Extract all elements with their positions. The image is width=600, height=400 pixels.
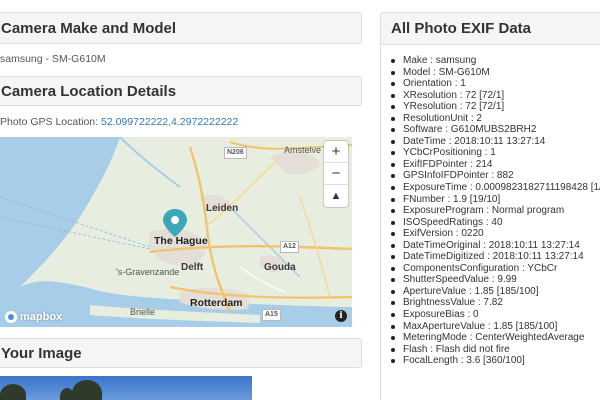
gps-location-link[interactable]: 52.099722222,4.2972222222 <box>101 116 238 128</box>
camera-make-value: samsung - SM-G610M <box>0 53 106 65</box>
map-label-the-hague: The Hague <box>154 235 208 247</box>
map-label-amstelveen: Amstelve <box>284 145 322 155</box>
camera-location-panel: Camera Location Details <box>0 76 362 106</box>
exif-item: ExposureProgram : Normal program <box>389 205 600 217</box>
exif-item: ResolutionUnit : 2 <box>389 113 600 125</box>
camera-make-panel: Camera Make and Model <box>0 12 362 44</box>
uploaded-photo <box>0 376 252 400</box>
map-label-delft: Delft <box>181 262 204 273</box>
exif-item: FNumber : 1.9 [19/10] <box>389 194 600 206</box>
map-label-gravenzande: 's-Gravenzande <box>116 267 180 277</box>
exif-item: ExifVersion : 0220 <box>389 228 600 240</box>
exif-item: YCbCrPositioning : 1 <box>389 147 600 159</box>
exif-item: Flash : Flash did not fire <box>389 344 600 356</box>
exif-item: GPSInfoIFDPointer : 882 <box>389 170 600 182</box>
zoom-out-button[interactable]: − <box>324 163 348 185</box>
map-label-leiden: Leiden <box>206 203 239 214</box>
map-road-a12: A12 <box>280 241 299 253</box>
mapbox-logo[interactable]: mapbox <box>5 311 62 323</box>
exif-item: DateTimeOriginal : 2018:10:11 13:27:14 <box>389 240 600 252</box>
exif-item: ExposureBias : 0 <box>389 309 600 321</box>
exif-heading: All Photo EXIF Data <box>381 13 600 45</box>
exif-item: ApertureValue : 1.85 [185/100] <box>389 286 600 298</box>
map-label-gouda: Gouda <box>264 262 296 273</box>
exif-item: MaxApertureValue : 1.85 [185/100] <box>389 321 600 333</box>
exif-item: YResolution : 72 [72/1] <box>389 101 600 113</box>
exif-item: Software : G610MUBS2BRH2 <box>389 124 600 136</box>
exif-item: ComponentsConfiguration : YCbCr <box>389 263 600 275</box>
gps-location-row: Photo GPS Location: 52.099722222,4.29722… <box>0 110 362 134</box>
camera-make-heading: Camera Make and Model <box>0 13 361 43</box>
exif-item: DateTimeDigitized : 2018:10:11 13:27:14 <box>389 251 600 263</box>
exif-item: Model : SM-G610M <box>389 67 600 79</box>
location-map[interactable]: Amstelve N206 Leiden The Hague A12 Delft… <box>0 137 352 327</box>
exif-item: DateTime : 2018:10:11 13:27:14 <box>389 136 600 148</box>
exif-item: ExposureTime : 0.0009823182711198428 [1/… <box>389 182 600 194</box>
camera-location-heading: Camera Location Details <box>0 77 361 105</box>
exif-item: Orientation : 1 <box>389 78 600 90</box>
exif-item: MeteringMode : CenterWeightedAverage <box>389 332 600 344</box>
mapbox-logo-text: mapbox <box>20 311 63 323</box>
photo-tree-shape <box>72 380 102 400</box>
your-image-heading: Your Image <box>0 339 361 367</box>
map-zoom-control: + − ▲ <box>324 141 348 207</box>
exif-list: Make : samsung Model : SM-G610M Orientatio… <box>381 45 600 367</box>
zoom-in-button[interactable]: + <box>324 141 348 163</box>
map-road-a15: A15 <box>262 309 281 321</box>
exif-item: BrightnessValue : 7.82 <box>389 297 600 309</box>
map-road-n206: N206 <box>224 147 247 159</box>
map-tiles <box>0 137 352 327</box>
exif-item: ISOSpeedRatings : 40 <box>389 217 600 229</box>
map-info-icon[interactable]: i <box>335 310 347 322</box>
exif-item: Make : samsung <box>389 55 600 67</box>
compass-button[interactable]: ▲ <box>324 185 348 207</box>
map-label-rotterdam: Rotterdam <box>190 297 243 309</box>
exif-panel: All Photo EXIF Data Make : samsung Model … <box>380 12 600 400</box>
mapbox-logo-icon <box>5 311 17 323</box>
exif-item: XResolution : 72 [72/1] <box>389 90 600 102</box>
map-label-brielle: Brielle <box>130 307 156 317</box>
photo-tree-shape <box>0 384 26 400</box>
exif-item: ExifIFDPointer : 214 <box>389 159 600 171</box>
your-image-panel: Your Image <box>0 338 362 368</box>
gps-location-label: Photo GPS Location: <box>0 116 101 128</box>
exif-item: FocalLength : 3.6 [360/100] <box>389 355 600 367</box>
exif-item: ShutterSpeedValue : 9.99 <box>389 274 600 286</box>
